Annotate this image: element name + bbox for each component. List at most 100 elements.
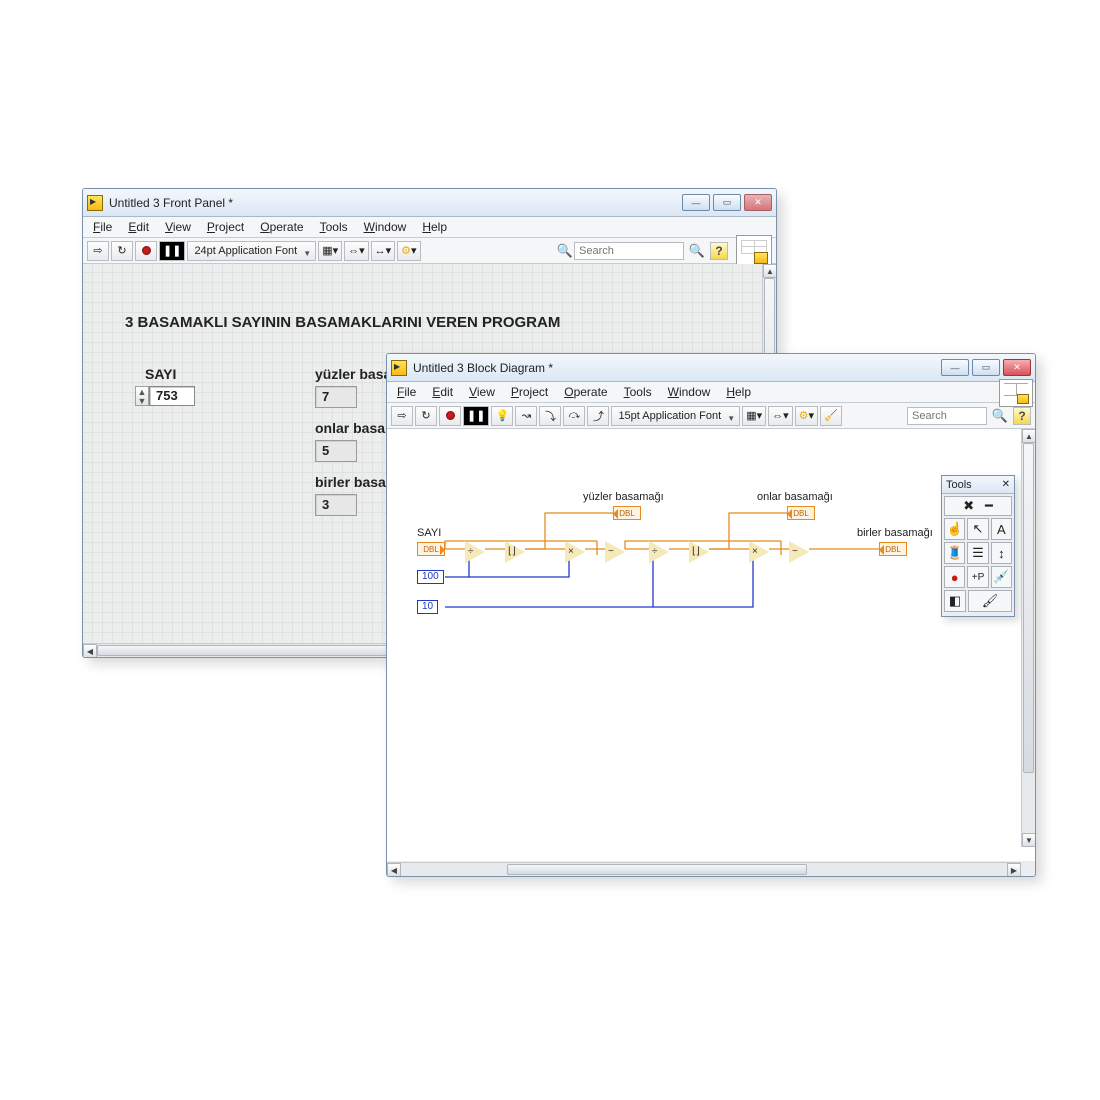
menu-view[interactable]: View: [467, 384, 497, 400]
search-go-icon[interactable]: 🔍: [991, 407, 1009, 425]
wiring-tool[interactable]: 🧵: [944, 542, 965, 564]
maximize-button[interactable]: ▭: [713, 194, 741, 211]
menu-bar: File Edit View Project Operate Tools Win…: [387, 382, 1035, 403]
run-continuous-button[interactable]: ↻: [111, 241, 133, 261]
page-heading: 3 BASAMAKLI SAYININ BASAMAKLARINI VEREN …: [125, 314, 560, 331]
spinner[interactable]: ▲▼: [135, 386, 149, 406]
indicator-birler: 3: [315, 494, 357, 516]
menu-project[interactable]: Project: [509, 384, 550, 400]
terminal-label-yuzler: yüzler basamağı: [583, 491, 664, 503]
menu-window[interactable]: Window: [362, 219, 409, 235]
retain-wire-button[interactable]: ↝: [515, 406, 537, 426]
step-over-button[interactable]: ⤼: [563, 406, 585, 426]
pause-button[interactable]: ❚❚: [159, 241, 185, 261]
font-selector[interactable]: 24pt Application Font: [187, 241, 316, 261]
vi-icon[interactable]: [999, 379, 1033, 407]
terminal-yuzler[interactable]: DBL: [613, 506, 641, 520]
menu-tools[interactable]: Tools: [318, 219, 350, 235]
minimize-button[interactable]: —: [682, 194, 710, 211]
window-title: Untitled 3 Front Panel *: [109, 196, 233, 210]
terminal-label-onlar: onlar basamağı: [757, 491, 833, 503]
menu-project[interactable]: Project: [205, 219, 246, 235]
divide-node[interactable]: ÷: [465, 541, 496, 563]
search-icon: 🔍: [556, 242, 574, 260]
abort-button[interactable]: [135, 241, 157, 261]
search-go-icon[interactable]: 🔍: [688, 242, 706, 260]
run-button[interactable]: ⇨: [87, 241, 109, 261]
menu-tools[interactable]: Tools: [622, 384, 654, 400]
divide-node-2[interactable]: ÷: [649, 541, 680, 563]
text-tool[interactable]: A: [991, 518, 1012, 540]
terminal-birler[interactable]: DBL: [879, 542, 907, 556]
constant-100[interactable]: 100: [417, 570, 444, 584]
search-input[interactable]: [574, 242, 684, 260]
numeric-input-sayi[interactable]: 753: [149, 386, 195, 406]
font-selector[interactable]: 15pt Application Font: [611, 406, 740, 426]
close-icon[interactable]: ✕: [1002, 479, 1010, 490]
menu-view[interactable]: View: [163, 219, 193, 235]
shortcut-tool[interactable]: ☰: [967, 542, 988, 564]
distribute-button[interactable]: ⇔▾: [768, 406, 793, 426]
reorder-button[interactable]: ⚙▾: [795, 406, 818, 426]
menu-operate[interactable]: Operate: [562, 384, 609, 400]
help-button[interactable]: ?: [1013, 407, 1031, 425]
indicator-yuzler: 7: [315, 386, 357, 408]
terminal-label-birler: birler basamağı: [857, 527, 933, 539]
menu-edit[interactable]: Edit: [430, 384, 455, 400]
minimize-button[interactable]: —: [941, 359, 969, 376]
close-button[interactable]: ✕: [744, 194, 772, 211]
subtract-node-2[interactable]: −: [789, 541, 820, 563]
pause-button[interactable]: ❚❚: [463, 406, 489, 426]
menu-help[interactable]: Help: [724, 384, 753, 400]
menu-edit[interactable]: Edit: [126, 219, 151, 235]
menu-file[interactable]: File: [395, 384, 418, 400]
reorder-button[interactable]: ⚙▾: [397, 241, 420, 261]
multiply-node-2[interactable]: ×: [749, 541, 780, 563]
subtract-node[interactable]: −: [605, 541, 636, 563]
cleanup-button[interactable]: 🧹: [820, 406, 842, 426]
position-tool[interactable]: ↖: [967, 518, 988, 540]
run-continuous-button[interactable]: ↻: [415, 406, 437, 426]
search-input[interactable]: [907, 407, 987, 425]
multiply-node[interactable]: ×: [565, 541, 596, 563]
constant-10[interactable]: 10: [417, 600, 438, 614]
menu-window[interactable]: Window: [666, 384, 713, 400]
terminal-label-sayi: SAYI: [417, 527, 441, 539]
app-icon: [391, 360, 407, 376]
tools-palette-title: Tools: [946, 479, 972, 491]
scrollbar-horizontal[interactable]: ◀ ▶: [387, 862, 1021, 876]
auto-tool-button[interactable]: ✖ ━: [944, 496, 1012, 516]
highlight-exec-button[interactable]: 💡: [491, 406, 513, 426]
help-button[interactable]: ?: [710, 242, 728, 260]
indicator-onlar: 5: [315, 440, 357, 462]
menu-file[interactable]: File: [91, 219, 114, 235]
tools-palette[interactable]: Tools ✕ ✖ ━ ☝ ↖ A 🧵 ☰ ↕ ● +P 💉: [941, 475, 1015, 617]
floor-node[interactable]: ⌊⌋: [505, 541, 536, 563]
probe-tool[interactable]: +P: [967, 566, 988, 588]
app-icon: [87, 195, 103, 211]
distribute-button[interactable]: ⇔▾: [344, 241, 369, 261]
close-button[interactable]: ✕: [1003, 359, 1031, 376]
resize-button[interactable]: ↔▾: [371, 241, 396, 261]
menu-operate[interactable]: Operate: [258, 219, 305, 235]
maximize-button[interactable]: ▭: [972, 359, 1000, 376]
menu-help[interactable]: Help: [420, 219, 449, 235]
step-into-button[interactable]: ⤵: [539, 406, 561, 426]
abort-button[interactable]: [439, 406, 461, 426]
color-bg[interactable]: ◧: [944, 590, 966, 612]
align-button[interactable]: ▦▾: [742, 406, 766, 426]
align-button[interactable]: ▦▾: [318, 241, 342, 261]
terminal-onlar[interactable]: DBL: [787, 506, 815, 520]
step-out-button[interactable]: ⤴: [587, 406, 609, 426]
color-tool[interactable]: 🖌: [968, 590, 1012, 612]
breakpoint-tool[interactable]: ●: [944, 566, 965, 588]
scroll-tool[interactable]: ↕: [991, 542, 1012, 564]
scrollbar-vertical[interactable]: ▲ ▼: [1021, 429, 1035, 847]
run-button[interactable]: ⇨: [391, 406, 413, 426]
color-copy-tool[interactable]: 💉: [991, 566, 1012, 588]
floor-node-2[interactable]: ⌊⌋: [689, 541, 720, 563]
terminal-sayi[interactable]: DBL: [417, 542, 445, 556]
vi-icon[interactable]: [736, 235, 772, 267]
window-title: Untitled 3 Block Diagram *: [413, 361, 553, 375]
operate-tool[interactable]: ☝: [944, 518, 965, 540]
